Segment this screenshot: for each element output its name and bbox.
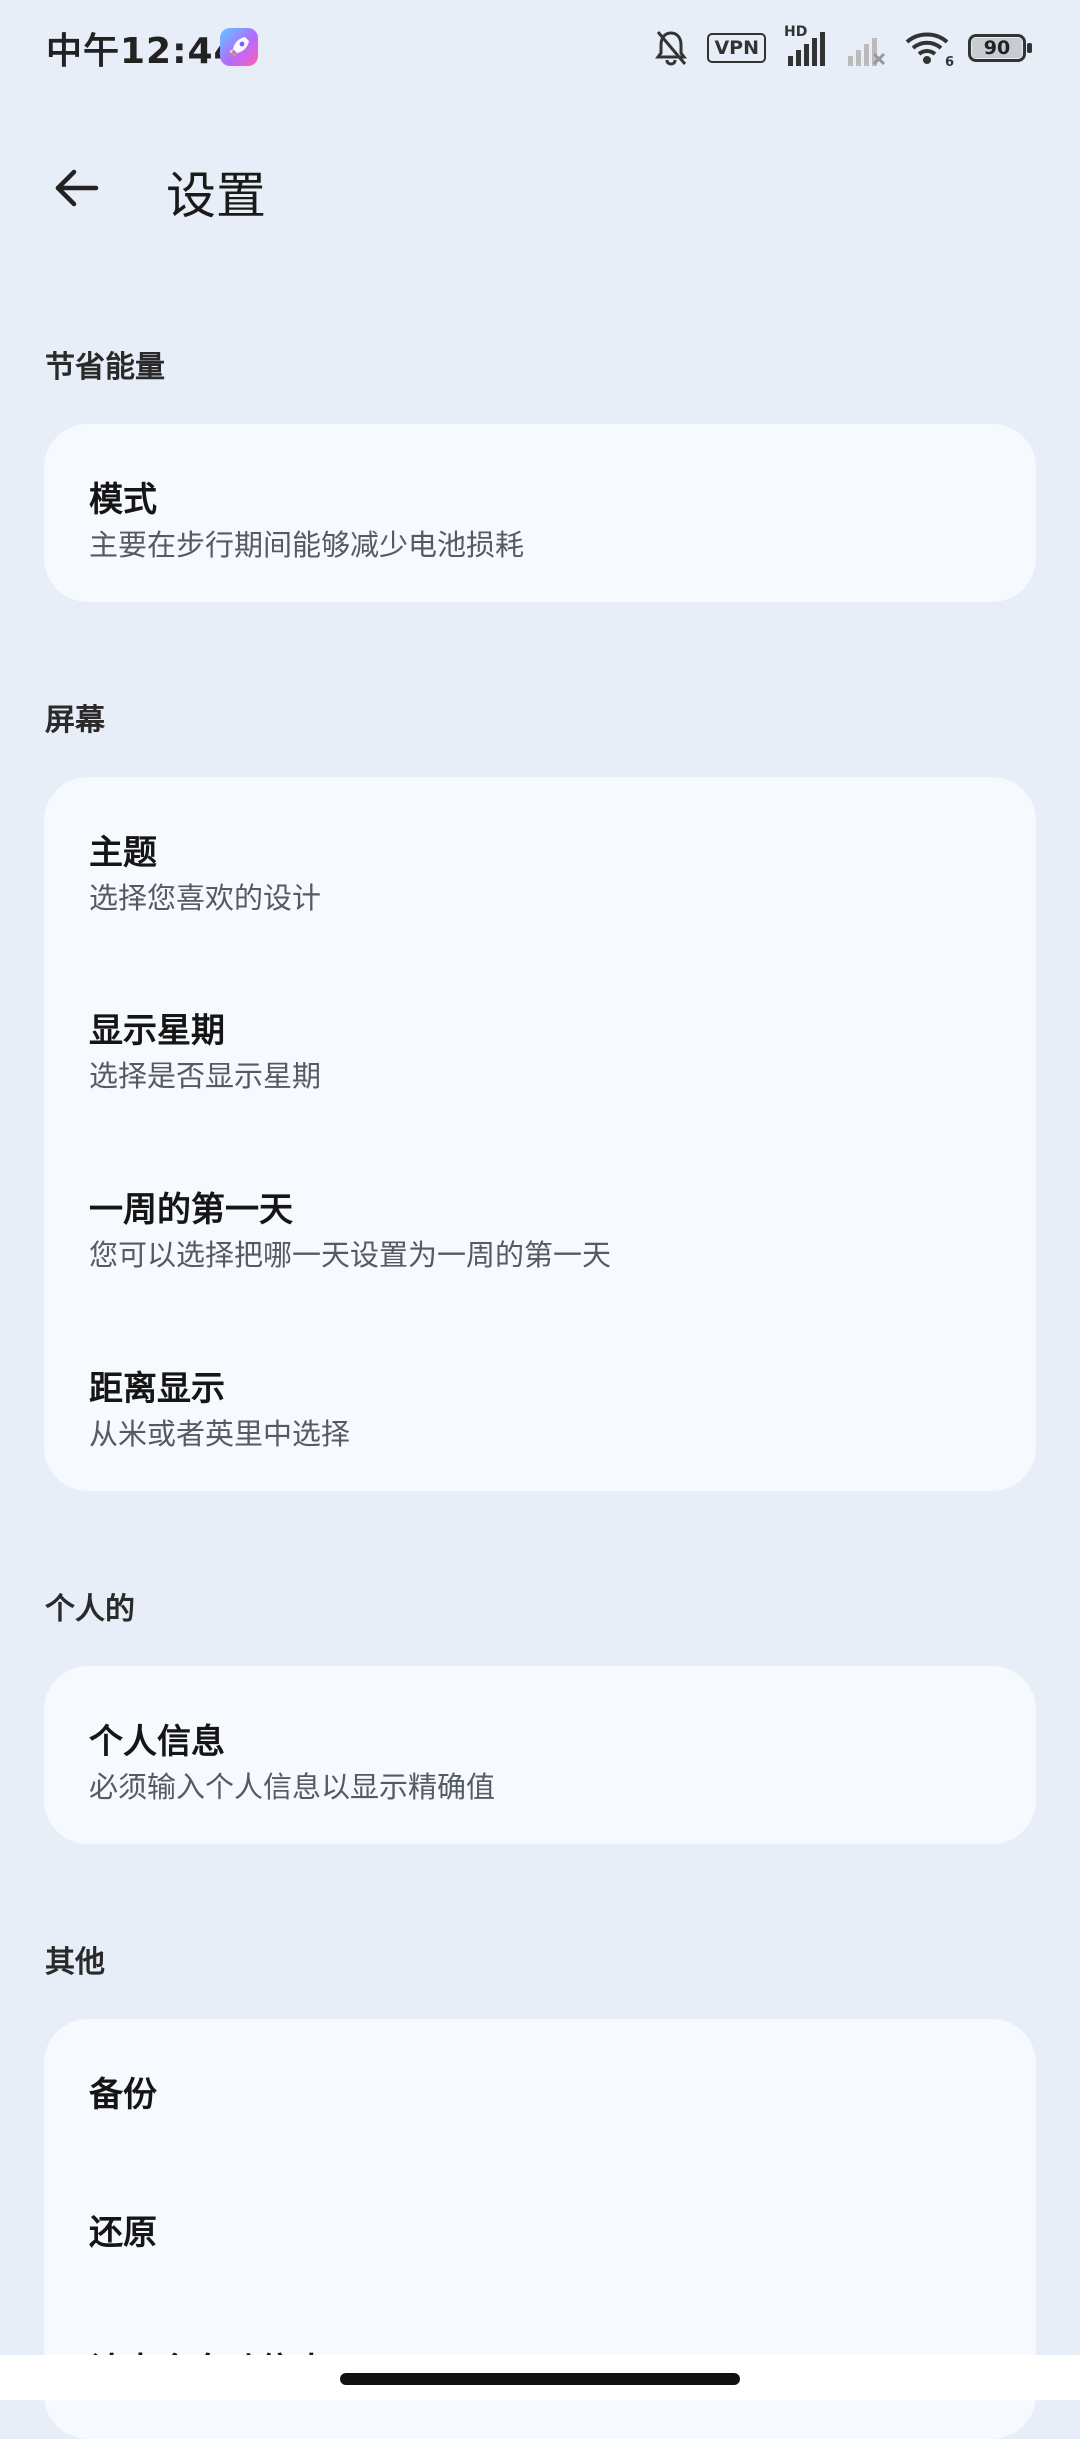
item-title: 显示星期 [89,1011,225,1051]
item-title: 主题 [89,833,157,873]
wifi-icon: 6 [904,28,954,70]
settings-item-distance-display[interactable]: 距离显示 从米或者英里中选择 [44,1313,1036,1491]
card-power-saving: 模式 主要在步行期间能够减少电池损耗 [44,424,1036,602]
section-label-power-saving: 节省能量 [45,350,165,385]
settings-item-theme[interactable]: 主题 选择您喜欢的设计 [44,777,1036,955]
status-icons: VPN HD 6 90 [653,24,1034,70]
item-subtitle: 选择是否显示星期 [89,1059,322,1093]
app-header: 设置 [0,140,1080,240]
card-screen: 主题 选择您喜欢的设计 显示星期 选择是否显示星期 一周的第一天 您可以选择把哪… [44,777,1036,1491]
rocket-app-icon [220,28,258,66]
back-button[interactable] [40,154,112,226]
page-title: 设置 [166,167,266,225]
item-title: 一周的第一天 [89,1190,293,1230]
item-title: 距离显示 [89,1369,225,1409]
item-subtitle: 主要在步行期间能够减少电池损耗 [89,528,525,562]
item-subtitle: 选择您喜欢的设计 [89,881,322,915]
battery-level: 90 [983,37,1011,59]
signal-no-service-icon [846,28,886,68]
item-title: 备份 [89,2075,157,2115]
section-label-other: 其他 [45,1945,105,1980]
settings-item-restore[interactable]: 还原 [44,2157,1036,2295]
wifi-sub-label: 6 [944,55,954,70]
bell-muted-icon [653,28,689,68]
settings-item-backup[interactable]: 备份 [44,2019,1036,2157]
section-label-screen: 屏幕 [45,703,105,738]
gesture-handle[interactable] [340,2373,740,2385]
item-subtitle: 必须输入个人信息以显示精确值 [89,1770,496,1804]
settings-item-show-weekday[interactable]: 显示星期 选择是否显示星期 [44,955,1036,1133]
item-title: 个人信息 [89,1722,225,1762]
battery-icon: 90 [968,31,1034,65]
vpn-badge: VPN [707,33,766,63]
status-bar: 中午12:44 VPN HD 6 90 [0,0,1080,96]
item-subtitle: 您可以选择把哪一天设置为一周的第一天 [89,1238,612,1272]
section-label-personal: 个人的 [45,1592,135,1627]
arrow-left-icon [50,162,102,218]
settings-item-first-day-of-week[interactable]: 一周的第一天 您可以选择把哪一天设置为一周的第一天 [44,1134,1036,1312]
settings-item-mode[interactable]: 模式 主要在步行期间能够减少电池损耗 [44,424,1036,602]
card-personal: 个人信息 必须输入个人信息以显示精确值 [44,1666,1036,1844]
item-title: 还原 [89,2213,157,2253]
item-title: 模式 [89,480,157,520]
item-subtitle: 从米或者英里中选择 [89,1417,351,1451]
settings-item-personal-info[interactable]: 个人信息 必须输入个人信息以显示精确值 [44,1666,1036,1844]
signal-hd-icon: HD [784,24,828,68]
status-time: 中午12:44 [46,31,240,72]
